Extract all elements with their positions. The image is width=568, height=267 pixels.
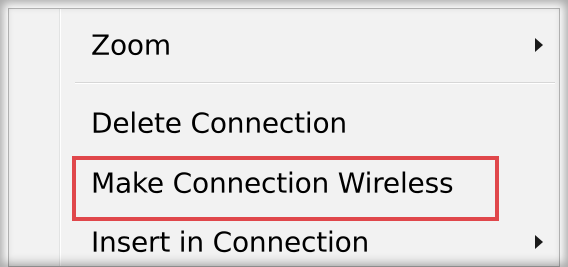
menu-item-label: Delete Connection: [91, 106, 347, 140]
menu-item-delete-connection[interactable]: Delete Connection: [9, 95, 559, 151]
menu-item-label: Zoom: [91, 28, 171, 62]
menu-item-label: Make Connection Wireless: [91, 166, 454, 200]
chevron-right-icon: [535, 235, 543, 249]
context-menu: Zoom Delete Connection Make Connection W…: [8, 8, 560, 267]
screenshot-stage: Zoom Delete Connection Make Connection W…: [0, 0, 568, 267]
chevron-right-icon: [535, 38, 543, 52]
menu-item-zoom[interactable]: Zoom: [9, 17, 559, 73]
menu-item-label: Insert in Connection: [91, 225, 370, 259]
menu-separator: [75, 82, 555, 84]
menu-item-make-connection-wireless[interactable]: Make Connection Wireless: [9, 155, 559, 211]
menu-item-insert-in-connection[interactable]: Insert in Connection: [9, 214, 559, 267]
